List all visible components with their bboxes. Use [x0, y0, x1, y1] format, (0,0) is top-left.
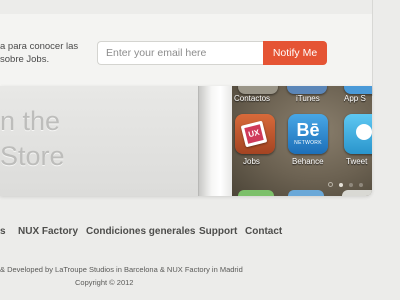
- footer-credit: & Developed by LaTroupe Studios in Barce…: [0, 265, 243, 274]
- hero-headline-line2: Store: [0, 141, 65, 171]
- footer-nav: s NUX Factory Condiciones generales Supp…: [0, 226, 400, 240]
- phone-frame: [198, 86, 235, 196]
- app-label-tweet: Tweet: [346, 157, 368, 166]
- footer-link-support[interactable]: Support: [199, 226, 237, 237]
- signup-description-line2: sobre Jobs.: [0, 54, 50, 65]
- gutter-divider: [372, 0, 373, 96]
- contacts-app-icon: [238, 86, 278, 94]
- footer-link-nux-factory[interactable]: NUX Factory: [18, 226, 78, 237]
- footer-copyright: Copyright © 2012: [75, 278, 134, 287]
- footer-link-condiciones[interactable]: Condiciones generales: [86, 226, 195, 237]
- phone-screen: Contactos iTunes App S UX Bē NETWORK Job…: [232, 86, 372, 196]
- footer-link-contact[interactable]: Contact: [245, 226, 282, 237]
- app-label-app-store: App S: [344, 94, 366, 103]
- behance-app-icon: Bē NETWORK: [288, 114, 328, 154]
- app-label-itunes: iTunes: [296, 94, 320, 103]
- email-input[interactable]: [97, 41, 263, 65]
- app-label-behance: Behance: [292, 157, 324, 166]
- notify-me-button[interactable]: Notify Me: [263, 41, 327, 65]
- signup-description-line1: a para conocer las: [0, 41, 79, 52]
- spotlight-dot: [328, 182, 333, 188]
- dock-icon: [342, 190, 372, 196]
- hero-panel: n the Store Contactos iTunes App S UX Bē…: [0, 86, 372, 196]
- dock-icon: [288, 190, 324, 196]
- app-label-jobs: Jobs: [243, 157, 260, 166]
- dock-icon: [238, 190, 274, 196]
- behance-icon-text: Bē: [296, 120, 320, 140]
- itunes-app-icon: [287, 86, 327, 94]
- tweetbot-app-icon: [344, 114, 372, 154]
- page-indicator: [328, 176, 369, 188]
- behance-icon-subtext: NETWORK: [294, 140, 322, 146]
- hero-headline-line1: n the: [0, 106, 61, 136]
- page-dot: [359, 182, 363, 187]
- app-store-app-icon: [344, 86, 372, 94]
- signup-description: a para conocer las sobre Jobs.: [0, 40, 90, 66]
- footer-link-partial[interactable]: s: [0, 226, 6, 237]
- hero-headline: n the Store: [0, 104, 65, 174]
- jobs-icon-text: UX: [244, 124, 264, 144]
- page-dot: [349, 182, 353, 187]
- app-label-contactos: Contactos: [234, 94, 271, 103]
- page-dot-active: [339, 182, 343, 187]
- signup-band: a para conocer las sobre Jobs. Notify Me: [0, 14, 372, 87]
- jobs-app-icon: UX: [235, 114, 275, 154]
